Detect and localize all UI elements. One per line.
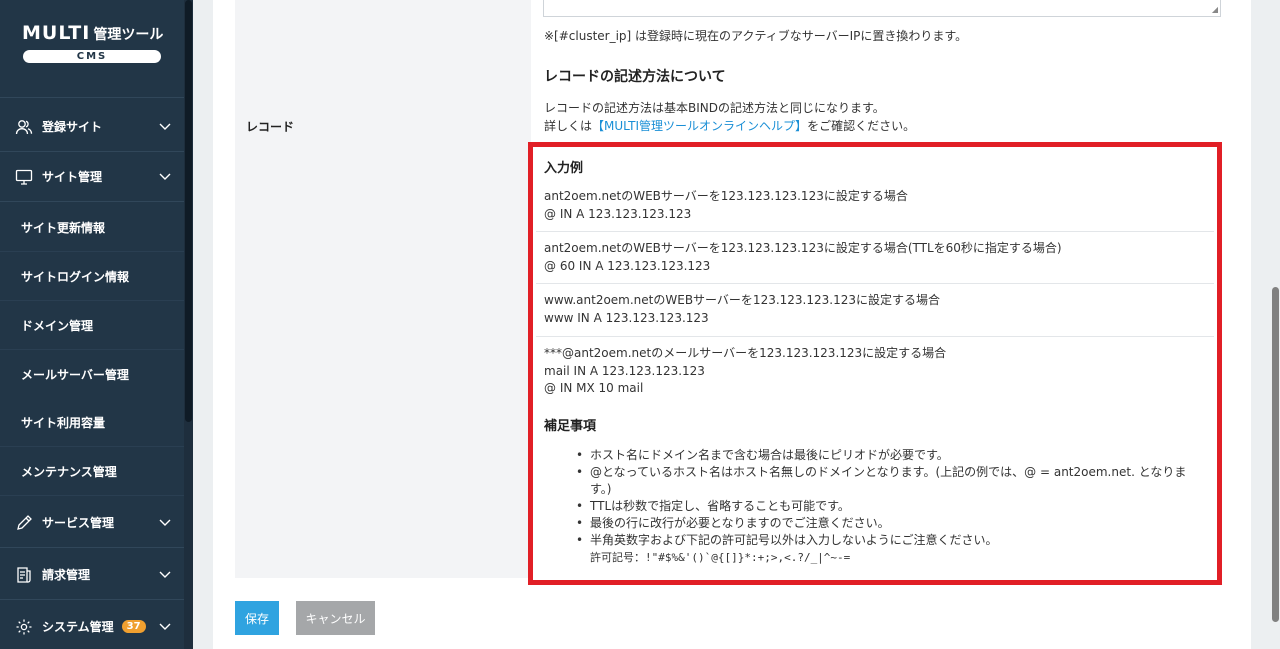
- form-label-column: [235, 0, 531, 578]
- monitor-icon: [14, 167, 34, 187]
- example-item: www.ant2oem.netのWEBサーバーを123.123.123.123に…: [544, 293, 940, 325]
- divider: [536, 283, 1214, 284]
- sidebar-item-mail-server[interactable]: メールサーバー管理: [0, 350, 184, 399]
- cluster-ip-note: ※[#cluster_ip] は登録時に現在のアクティブなサーバーIPに置き換わ…: [544, 29, 968, 43]
- allowed-symbols: 許可記号：!"#$%&'()`@{[]}*:+;>,<.?/_|^~-=: [590, 551, 851, 564]
- list-item: 最後の行に改行が必要となりますのでご注意ください。: [576, 515, 1206, 532]
- section-title: レコードの記述方法について: [544, 69, 726, 85]
- sidebar-item-site-usage[interactable]: サイト利用容量: [0, 398, 184, 447]
- sidebar-item-site-login[interactable]: サイトログイン情報: [0, 252, 184, 301]
- nav-system-management[interactable]: システム管理 37: [0, 602, 184, 649]
- nav-site-management[interactable]: サイト管理: [0, 152, 184, 202]
- cancel-button[interactable]: キャンセル: [296, 601, 375, 635]
- notification-badge: 37: [121, 620, 146, 633]
- divider: [536, 231, 1214, 232]
- examples-title: 入力例: [544, 161, 584, 176]
- logo-title: MULTI 管理ツール: [22, 22, 164, 44]
- nav-service-management[interactable]: サービス管理: [0, 498, 184, 548]
- nav-label: 登録サイト: [42, 120, 103, 134]
- example-item: ant2oem.netのWEBサーバーを123.123.123.123に設定する…: [544, 241, 1062, 273]
- save-button[interactable]: 保存: [235, 601, 279, 635]
- sidebar: MULTI 管理ツール CMS 登録サイト サイト管理 サイト更新情報 サイトログ…: [0, 0, 184, 649]
- nav-label: サイト管理: [42, 170, 103, 184]
- nav-label: 請求管理: [42, 568, 91, 582]
- resize-handle-icon[interactable]: ◢: [1212, 6, 1218, 14]
- chevron-down-icon: [159, 620, 171, 634]
- chevron-down-icon: [159, 120, 171, 134]
- list-item: ホスト名にドメイン名まで含む場合は最後にピリオドが必要です。: [576, 447, 1206, 464]
- sidebar-item-site-updates[interactable]: サイト更新情報: [0, 203, 184, 252]
- divider: [536, 336, 1214, 337]
- nav-label: サービス管理: [42, 516, 115, 530]
- nav-registered-sites[interactable]: 登録サイト: [0, 102, 184, 152]
- record-row-label: レコード: [246, 120, 295, 134]
- users-icon: [14, 117, 34, 137]
- supplement-list: ホスト名にドメイン名まで含む場合は最後にピリオドが必要です。 @となっているホス…: [576, 447, 1206, 566]
- example-item: ant2oem.netのWEBサーバーを123.123.123.123に設定する…: [544, 189, 908, 221]
- sidebar-scrollbar[interactable]: [184, 0, 193, 649]
- sidebar-item-maintenance[interactable]: メンテナンス管理: [0, 447, 184, 496]
- invoice-icon: [14, 565, 34, 585]
- chevron-down-icon: [159, 568, 171, 582]
- list-item: 半角英数字および下記の許可記号以外は入力しないようにご注意ください。: [576, 532, 1206, 549]
- gear-icon: [14, 617, 34, 637]
- description-text: レコードの記述方法は基本BINDの記述方法と同じになります。: [544, 101, 885, 115]
- record-textarea[interactable]: ◢: [543, 0, 1221, 17]
- page-scrollbar-thumb[interactable]: [1272, 287, 1279, 622]
- app-logo[interactable]: MULTI 管理ツール CMS: [0, 0, 184, 98]
- nav-label: システム管理: [42, 620, 114, 634]
- chevron-down-icon: [159, 170, 171, 184]
- nav-billing[interactable]: 請求管理: [0, 550, 184, 600]
- sidebar-scrollbar-thumb[interactable]: [185, 0, 192, 422]
- logo-cms-badge: CMS: [23, 50, 161, 63]
- sidebar-item-domain[interactable]: ドメイン管理: [0, 301, 184, 350]
- online-help-link[interactable]: 【MULTI管理ツールオンラインヘルプ】: [592, 119, 807, 133]
- supplement-title: 補足事項: [544, 419, 597, 434]
- list-item: TTLは秒数で指定し、省略することも可能です。: [576, 498, 1206, 515]
- pencil-icon: [14, 513, 34, 533]
- page-scrollbar[interactable]: [1271, 0, 1280, 649]
- example-item: ***@ant2oem.netのメールサーバーを123.123.123.123に…: [544, 346, 947, 395]
- list-item: @となっているホスト名はホスト名無しのドメインとなります。(上記の例では、@ =…: [576, 464, 1206, 498]
- chevron-down-icon: [159, 516, 171, 530]
- description-help: 詳しくは【MULTI管理ツールオンラインヘルプ】をご確認ください。: [544, 119, 916, 133]
